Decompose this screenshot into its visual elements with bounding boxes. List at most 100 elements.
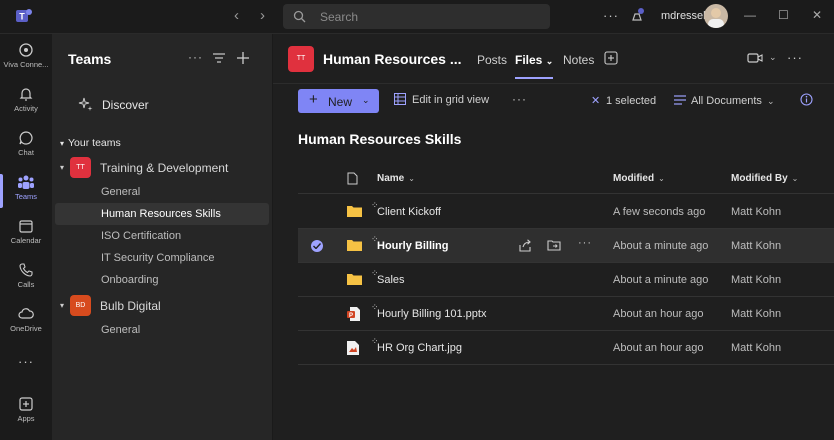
- channel-iso-certification[interactable]: ISO Certification: [55, 225, 269, 247]
- search-input[interactable]: Search: [283, 4, 550, 29]
- rail-label: Apps: [17, 414, 35, 423]
- file-modified: A few seconds ago: [613, 206, 706, 218]
- user-name[interactable]: mdressel: [661, 10, 706, 22]
- team-avatar: TT: [70, 157, 91, 178]
- avatar[interactable]: [704, 4, 728, 28]
- table-row[interactable]: ⁘ HR Org Chart.jpg About an hour ago Mat…: [298, 331, 834, 365]
- add-icon[interactable]: [237, 52, 249, 64]
- new-button[interactable]: + New ⌄: [298, 89, 379, 113]
- back-icon[interactable]: ‹: [234, 8, 239, 24]
- table-row[interactable]: ⁘ Sales About a minute ago Matt Kohn: [298, 263, 834, 297]
- chevron-down-icon[interactable]: ⌄: [767, 96, 775, 107]
- view-selector[interactable]: All Documents: [691, 95, 762, 107]
- filter-icon[interactable]: [213, 53, 225, 63]
- more-options-icon[interactable]: ···: [603, 8, 619, 23]
- maximize-icon[interactable]: ☐: [778, 8, 789, 22]
- clear-selection-icon[interactable]: ✕: [591, 94, 600, 107]
- chevron-down-icon: ⌄: [408, 174, 415, 183]
- rail-item-viva[interactable]: Viva Conne...: [0, 38, 52, 82]
- library-title: Human Resources Skills: [298, 131, 462, 147]
- channel-onboarding[interactable]: Onboarding: [55, 269, 269, 291]
- tab-posts[interactable]: Posts: [477, 53, 507, 67]
- discover-button[interactable]: Discover: [78, 96, 149, 115]
- sparkle-icon: [78, 97, 93, 111]
- more-options-icon[interactable]: ···: [188, 50, 203, 64]
- table-row[interactable]: ⁘ Hourly Billing ··· About a minute ago …: [298, 229, 834, 263]
- teams-panel: Teams ··· Discover ▾ Your teams ▾ TT Trai…: [52, 34, 273, 440]
- rail-item-chat[interactable]: Chat: [0, 126, 52, 170]
- chevron-down-icon: ⌄: [545, 56, 554, 66]
- new-label: New: [328, 95, 353, 109]
- rail-item-onedrive[interactable]: OneDrive: [0, 302, 52, 346]
- file-name[interactable]: Hourly Billing: [377, 240, 449, 252]
- minimize-icon[interactable]: —: [744, 8, 756, 22]
- channel-general[interactable]: General: [55, 181, 269, 203]
- bell-icon: [19, 88, 33, 101]
- video-call-icon[interactable]: [747, 52, 763, 64]
- powerpoint-file-icon: P: [347, 307, 360, 321]
- table-row[interactable]: ⁘ Client Kickoff A few seconds ago Matt …: [298, 195, 834, 229]
- more-icon: ···: [18, 354, 34, 369]
- file-modified-by: Matt Kohn: [731, 274, 782, 286]
- more-options-icon[interactable]: ···: [578, 237, 592, 249]
- svg-text:T: T: [19, 12, 25, 22]
- selected-check-icon[interactable]: [311, 240, 323, 252]
- rail-item-activity[interactable]: Activity: [0, 82, 52, 126]
- command-bar: + New ⌄ Edit in grid view ··· ✕ 1 select…: [273, 84, 834, 120]
- column-modified-by[interactable]: Modified By ⌄: [731, 173, 798, 184]
- rail-more[interactable]: ···: [0, 354, 52, 374]
- team-bulb-digital[interactable]: ▾ BD Bulb Digital: [60, 295, 270, 319]
- table-header: Name ⌄ Modified ⌄ Modified By ⌄: [298, 164, 834, 194]
- move-folder-icon[interactable]: [547, 239, 562, 252]
- file-name[interactable]: HR Org Chart.jpg: [377, 342, 462, 354]
- caret-down-icon: ▾: [60, 139, 65, 148]
- tab-files[interactable]: Files ⌄: [515, 53, 554, 79]
- file-name[interactable]: Sales: [377, 274, 405, 286]
- column-modified-label: Modified: [613, 173, 655, 184]
- column-name[interactable]: Name ⌄: [377, 173, 415, 184]
- image-file-icon: [347, 341, 359, 355]
- panel-title: Teams: [68, 51, 112, 67]
- rail-label: Activity: [14, 104, 38, 113]
- chevron-down-icon[interactable]: ⌄: [769, 52, 777, 63]
- chevron-down-icon: ⌄: [658, 174, 665, 183]
- file-modified: About a minute ago: [613, 274, 709, 286]
- section-your-teams[interactable]: ▾ Your teams: [60, 137, 121, 149]
- rail-item-calls[interactable]: Calls: [0, 258, 52, 302]
- add-tab-icon[interactable]: [604, 51, 618, 65]
- main-content: TT Human Resources ... Posts Files ⌄ Not…: [273, 34, 834, 440]
- folder-icon: [347, 240, 362, 251]
- add-app-icon: [19, 397, 33, 411]
- table-row[interactable]: P ⁘ Hourly Billing 101.pptx About an hou…: [298, 297, 834, 331]
- file-name[interactable]: Client Kickoff: [377, 206, 441, 218]
- more-options-icon[interactable]: ···: [787, 50, 803, 65]
- section-label: Your teams: [68, 137, 121, 149]
- caret-down-icon: ▾: [60, 301, 65, 310]
- tab-files-label: Files: [515, 53, 543, 67]
- edit-grid-button[interactable]: Edit in grid view: [394, 93, 489, 108]
- forward-icon[interactable]: ›: [260, 8, 265, 24]
- channel-human-resources-skills[interactable]: Human Resources Skills: [55, 203, 269, 225]
- close-icon[interactable]: ✕: [812, 8, 822, 22]
- team-training[interactable]: ▾ TT Training & Development: [60, 157, 270, 181]
- channel-general[interactable]: General: [55, 319, 269, 341]
- team-avatar: BD: [70, 295, 91, 316]
- notification-icon[interactable]: [630, 8, 646, 24]
- file-name[interactable]: Hourly Billing 101.pptx: [377, 308, 486, 320]
- rail-item-calendar[interactable]: Calendar: [0, 214, 52, 258]
- info-icon[interactable]: [800, 93, 813, 106]
- rail-item-apps[interactable]: Apps: [0, 392, 52, 436]
- file-modified-by: Matt Kohn: [731, 206, 782, 218]
- selection-count: 1 selected: [606, 95, 657, 107]
- column-modified[interactable]: Modified ⌄: [613, 173, 665, 184]
- rail-label: Viva Conne...: [3, 60, 49, 69]
- channel-it-security-compliance[interactable]: IT Security Compliance: [55, 247, 269, 269]
- more-options-icon[interactable]: ···: [512, 92, 527, 106]
- rail-item-teams[interactable]: Teams: [0, 170, 52, 214]
- share-icon[interactable]: [519, 239, 532, 252]
- search-icon: [293, 10, 306, 23]
- tab-notes[interactable]: Notes: [563, 53, 594, 67]
- team-name: Bulb Digital: [100, 299, 161, 313]
- column-name-label: Name: [377, 173, 405, 184]
- grid-icon: [394, 93, 406, 105]
